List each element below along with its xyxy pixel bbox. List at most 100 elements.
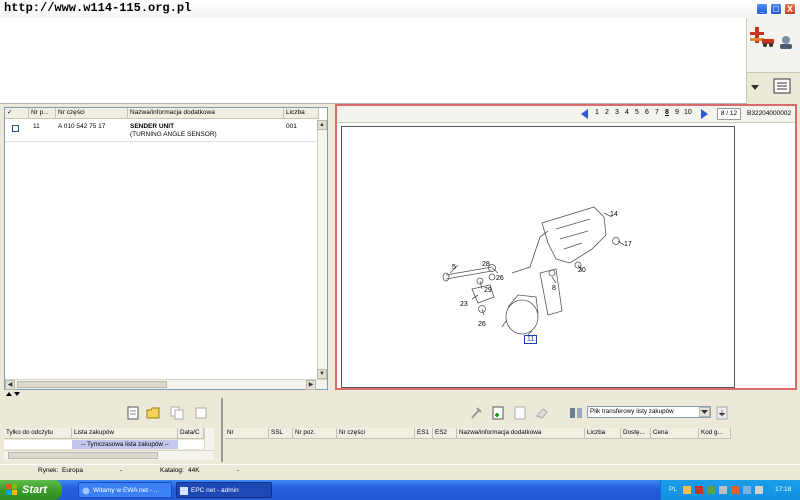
parts-list-panel: ✓ Nr p... Nr części Nazwa/informacja dod…	[4, 107, 328, 390]
scroll-thumb[interactable]	[8, 452, 158, 459]
col-es2[interactable]: ES2	[433, 428, 457, 439]
manual-icon[interactable]	[773, 78, 791, 94]
parts-vertical-scrollbar[interactable]: ▲ ▼	[317, 120, 327, 379]
prev-page-icon[interactable]	[581, 109, 589, 119]
transfer-file-select[interactable]: Plik transferowy listy zakupów	[587, 406, 711, 418]
page-link-6[interactable]: 6	[645, 109, 649, 116]
col-name[interactable]: Nazwa/informacja dodatkowa	[128, 108, 284, 119]
col-select[interactable]: ✓	[5, 108, 29, 119]
scroll-left-button[interactable]: ◀	[5, 380, 15, 390]
collapse-arrows-icon[interactable]	[6, 391, 20, 397]
page-link-10[interactable]: 10	[684, 109, 692, 116]
page-link-3[interactable]: 3	[615, 109, 619, 116]
callout-11-highlighted[interactable]: 11	[524, 335, 538, 344]
parts-diagram-svg[interactable]	[342, 127, 734, 387]
col-part-nr[interactable]: Nr części	[337, 428, 415, 439]
sensor-housing	[507, 294, 539, 314]
scroll-down-button[interactable]: ▼	[317, 369, 327, 379]
maximize-button[interactable]: □	[770, 3, 782, 15]
callout-29[interactable]: 29	[484, 287, 492, 294]
exploded-parts-drawing[interactable]: 14 17 20 5 28 26 29 8 23 26 11	[341, 126, 735, 388]
col-position[interactable]: Nr p...	[29, 108, 56, 119]
nut-26-upper	[488, 273, 496, 281]
start-label: Start	[22, 484, 48, 496]
select-dropdown-button[interactable]	[699, 407, 710, 417]
taskbar-item-label: Witamy w EWA net - ...	[93, 487, 160, 494]
bottom-splitter[interactable]	[0, 390, 800, 398]
col-readonly[interactable]: Tylko do odczytu	[4, 428, 72, 439]
pane-splitter[interactable]	[331, 104, 334, 390]
bracket-ribs	[555, 218, 591, 250]
tools-gray-icon[interactable]	[469, 406, 483, 420]
toolbar-right-strip	[746, 18, 800, 104]
language-indicator[interactable]: PL	[669, 486, 677, 493]
add-to-list-icon[interactable]	[491, 406, 505, 420]
col-code[interactable]: Kod g...	[699, 428, 731, 439]
taskbar-item-ewa[interactable]: Witamy w EWA net - ...	[78, 482, 172, 498]
col-availability[interactable]: Dostę...	[621, 428, 651, 439]
new-list-icon[interactable]	[126, 406, 140, 420]
scroll-right-button[interactable]: ▶	[306, 380, 316, 390]
col-part-number[interactable]: Nr części	[56, 108, 128, 119]
callout-17[interactable]: 17	[624, 241, 632, 248]
row-checkbox[interactable]	[12, 125, 19, 132]
row-quantity: 001	[286, 123, 297, 130]
catalog-label: Katalog:	[160, 467, 184, 474]
export-icon[interactable]	[715, 406, 729, 420]
col-nr[interactable]: Nr	[225, 428, 269, 439]
temporary-list-label[interactable]: -- Tymczasowa lista zakupów --	[72, 440, 178, 449]
parts-horizontal-scrollbar[interactable]: ◀ ▶	[5, 379, 327, 390]
table-row[interactable]: 11 A 010 542 75 17 SENDER UNIT (TURNING …	[5, 120, 319, 142]
col-quantity[interactable]: Liczba	[284, 108, 319, 119]
page-link-4[interactable]: 4	[625, 109, 629, 116]
col-description[interactable]: Nazwa/informacja dodatkowa	[457, 428, 585, 439]
car-icon[interactable]	[761, 34, 775, 48]
callout-20[interactable]: 20	[578, 267, 586, 274]
close-button[interactable]: X	[784, 3, 796, 15]
page-link-8[interactable]: 8	[665, 109, 669, 116]
sensor-cable	[501, 320, 507, 328]
callout-28[interactable]: 28	[482, 261, 490, 268]
cart-horizontal-scrollbar[interactable]	[4, 450, 214, 460]
page-link-2[interactable]: 2	[605, 109, 609, 116]
scroll-thumb[interactable]	[17, 381, 167, 388]
next-page-icon[interactable]	[701, 109, 709, 119]
list-item[interactable]: -- Tymczasowa lista zakupów --	[4, 440, 204, 449]
col-ssl[interactable]: SSL	[269, 428, 293, 439]
taskbar-item-label: EPC net - admin	[191, 487, 239, 494]
page-link-1[interactable]: 1	[595, 109, 599, 116]
user-icon[interactable]	[777, 34, 795, 50]
callout-8[interactable]: 8	[552, 285, 556, 292]
taskbar-item-epc[interactable]: EPC net - admin	[176, 482, 272, 498]
eraser-icon[interactable]	[535, 406, 549, 420]
system-tray: PL 17:18	[660, 480, 800, 500]
col-pos-nr[interactable]: Nr poz.	[293, 428, 337, 439]
callout-23[interactable]: 23	[460, 301, 468, 308]
col-qty[interactable]: Liczba	[585, 428, 621, 439]
document-icon[interactable]	[513, 406, 527, 420]
col-price[interactable]: Cena	[651, 428, 699, 439]
drawing-pager: 1 2 3 4 5 6 7 8 9 10 8 / 12 B32204000002	[337, 106, 795, 123]
callout-14[interactable]: 14	[610, 211, 618, 218]
page-link-5[interactable]: 5	[635, 109, 639, 116]
col-es1[interactable]: ES1	[415, 428, 433, 439]
start-button[interactable]: Start	[0, 480, 62, 500]
callout-26-lower[interactable]: 26	[478, 321, 486, 328]
open-folder-icon[interactable]	[146, 406, 160, 420]
copy-icon[interactable]	[170, 406, 184, 420]
cart-vertical-scrollbar[interactable]	[204, 428, 214, 450]
status-bar: Rynek: Europa - Katalog: 44K -	[0, 464, 800, 476]
page-link-9[interactable]: 9	[675, 109, 679, 116]
callout-26-upper[interactable]: 26	[496, 275, 504, 282]
minimize-button[interactable]: _	[756, 3, 768, 15]
tray-icons[interactable]	[683, 485, 773, 495]
scroll-up-button[interactable]: ▲	[317, 120, 327, 130]
save-icon[interactable]	[194, 406, 208, 420]
col-shopping-list[interactable]: Lista zakupów	[72, 428, 178, 439]
page-link-7[interactable]: 7	[655, 109, 659, 116]
transfer-icon[interactable]	[569, 406, 583, 420]
order-detail-panel: Plik transferowy listy zakupów Nr SSL Nr…	[221, 398, 797, 462]
callout-5[interactable]: 5	[452, 264, 456, 271]
chevron-down-icon[interactable]	[751, 83, 759, 91]
col-date[interactable]: Data/C	[178, 428, 204, 439]
